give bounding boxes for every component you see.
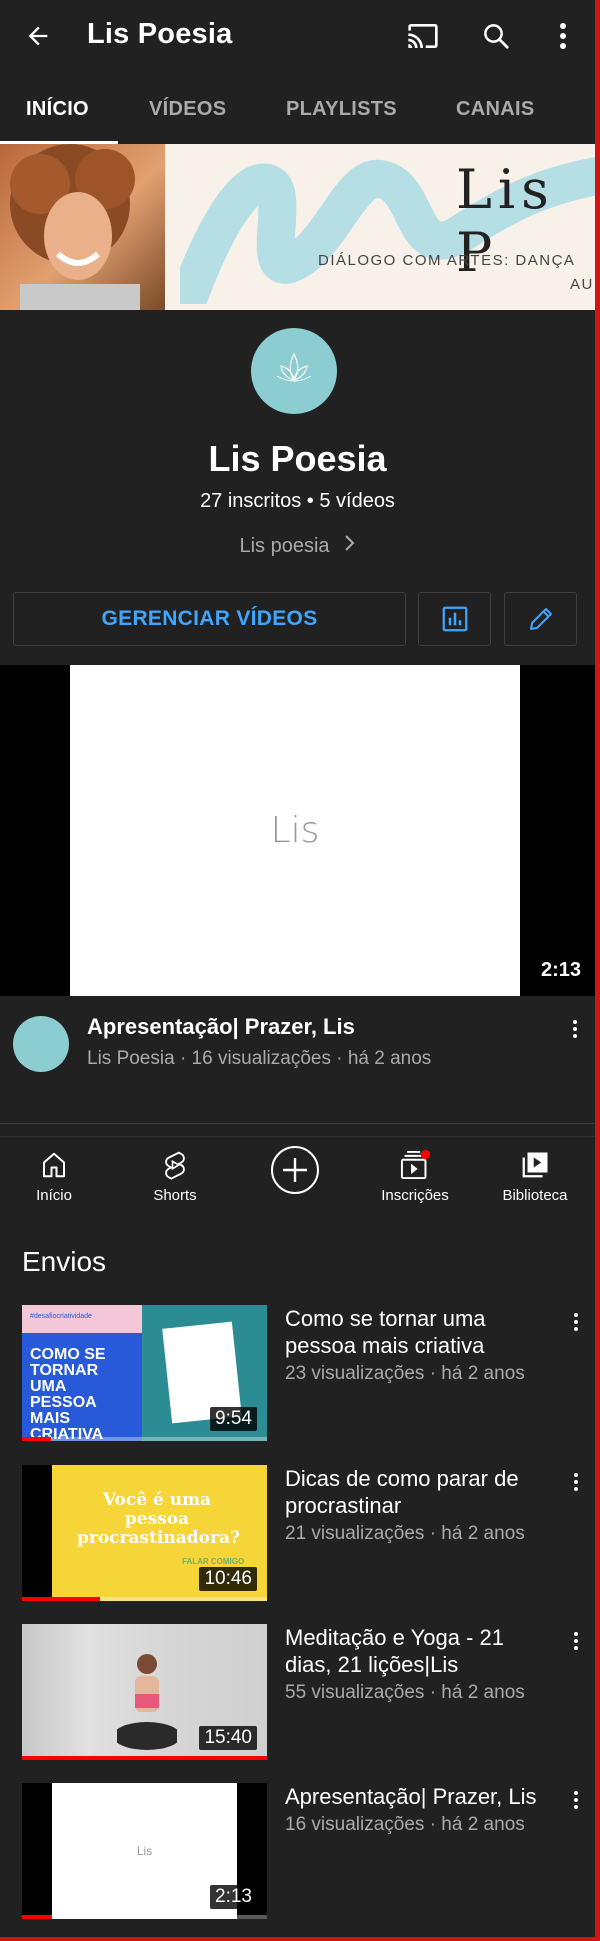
thumb-text: Você é uma pessoa procrastinadora? [77,1490,240,1548]
featured-video-meta: Lis Poesia · 16 visualizações · há 2 ano… [87,1048,432,1069]
video-title[interactable]: Meditação e Yoga - 21 dias, 21 lições|Li… [285,1624,555,1678]
list-item[interactable]: Lis 2:13 Apresentação| Prazer, Lis 16 vi… [22,1783,582,1919]
create-plus-icon [269,1144,321,1196]
shorts-icon [160,1147,190,1183]
more-vert-icon[interactable] [566,1632,586,1650]
featured-thumbnail: Lis [70,665,520,996]
nav-label: Shorts [153,1187,197,1204]
library-icon [520,1147,550,1183]
channel-banner: Lis P DIÁLOGO COM ARTES: DANÇA AU [0,144,595,310]
watch-progress [22,1915,52,1919]
page-title: Lis Poesia [87,18,233,50]
right-edge-stripe [595,0,600,1941]
more-vert-icon[interactable] [543,16,583,56]
watch-progress [22,1437,52,1441]
channel-stats: 27 inscritos • 5 vídeos [200,490,395,512]
video-meta: 21 visualizações · há 2 anos [285,1523,525,1544]
banner-photo [0,144,165,310]
banner-tagline: DIÁLOGO COM ARTES: DANÇA [318,252,576,269]
video-thumbnail[interactable]: 15:40 [22,1624,267,1760]
nav-label: Inscrições [381,1187,449,1204]
video-duration: 9:54 [210,1407,257,1431]
edit-channel-button[interactable] [504,592,577,646]
chevron-right-icon [344,534,356,558]
uploads-title: Envios [22,1246,107,1277]
featured-thumb-text: Lis [270,810,320,851]
channel-name: Lis Poesia [208,438,387,479]
nav-item-create[interactable] [235,1137,355,1221]
featured-more-icon[interactable] [565,1020,585,1038]
home-icon [39,1147,69,1183]
search-icon[interactable] [476,16,516,56]
cast-icon[interactable] [403,16,443,56]
arrow-left-icon[interactable] [18,16,58,56]
thumb-small-text: FALAR COMIGO [182,1557,245,1566]
tab-videos[interactable]: VÍDEOS [149,98,226,121]
bar-chart-icon [442,606,467,632]
nav-item-shorts[interactable]: Shorts [115,1137,235,1221]
nav-item-inicio[interactable]: Início [0,1137,114,1221]
divider [0,1123,595,1124]
thumb-small-text: #desafiocriatividade [30,1313,92,1320]
top-app-bar: Lis Poesia [0,0,595,72]
subscriptions-icon [398,1147,432,1183]
featured-video-player[interactable]: Lis 2:13 [0,665,595,996]
list-item[interactable]: 15:40 Meditação e Yoga - 21 dias, 21 liç… [22,1624,582,1760]
thumb-text: COMO SE TORNAR UMA PESSOA MAIS CRIATIVA [30,1346,106,1442]
video-thumbnail[interactable]: Você é uma pessoa procrastinadora? FALAR… [22,1465,267,1601]
video-meta: 16 visualizações · há 2 anos [285,1814,525,1835]
analytics-button[interactable] [418,592,491,646]
video-title[interactable]: Dicas de como parar de procrastinar [285,1465,555,1519]
tab-canais[interactable]: CANAIS [456,98,534,121]
lotus-logo-icon [276,352,312,382]
channel-link-label: Lis poesia [239,535,330,557]
thumb-text: Lis [136,1844,153,1858]
nav-item-inscricoes[interactable]: Inscrições [355,1137,475,1221]
video-title[interactable]: Como se tornar uma pessoa mais criativa [285,1305,555,1359]
bottom-navigation: Início Shorts Inscrições Biblioteca [0,1136,595,1221]
bottom-edge-stripe [0,1937,600,1941]
video-duration: 10:46 [199,1567,257,1591]
channel-tabs: INÍCIO VÍDEOS PLAYLISTS CANAIS [0,72,595,144]
more-vert-icon[interactable] [566,1313,586,1331]
video-duration: 15:40 [199,1726,257,1750]
manage-videos-button[interactable]: GERENCIAR VÍDEOS [13,592,406,646]
video-duration: 2:13 [210,1885,257,1909]
pencil-icon [529,608,552,630]
watch-progress [22,1597,101,1601]
nav-label: Biblioteca [502,1187,568,1204]
channel-link[interactable]: Lis poesia [0,534,595,558]
video-thumbnail[interactable]: Lis 2:13 [22,1783,267,1919]
watch-progress [22,1756,267,1760]
more-vert-icon[interactable] [566,1791,586,1809]
list-item[interactable]: #desafiocriatividade COMO SE TORNAR UMA … [22,1305,582,1441]
banner-tagline-2: AU [570,276,594,293]
nav-item-biblioteca[interactable]: Biblioteca [475,1137,595,1221]
tab-inicio[interactable]: INÍCIO [26,98,89,121]
featured-channel-avatar[interactable] [13,1016,69,1072]
nav-label: Início [36,1187,72,1204]
channel-avatar[interactable] [251,328,337,414]
video-title[interactable]: Apresentação| Prazer, Lis [285,1783,565,1810]
list-item[interactable]: Você é uma pessoa procrastinadora? FALAR… [22,1465,582,1601]
more-vert-icon[interactable] [566,1473,586,1491]
yoga-person-figure [117,1654,177,1750]
tab-playlists[interactable]: PLAYLISTS [286,98,397,121]
featured-video-title[interactable]: Apresentação| Prazer, Lis [87,1014,355,1040]
video-meta: 23 visualizações · há 2 anos [285,1363,525,1384]
video-meta: 55 visualizações · há 2 anos [285,1682,525,1703]
featured-duration: 2:13 [536,957,585,984]
video-thumbnail[interactable]: #desafiocriatividade COMO SE TORNAR UMA … [22,1305,267,1441]
